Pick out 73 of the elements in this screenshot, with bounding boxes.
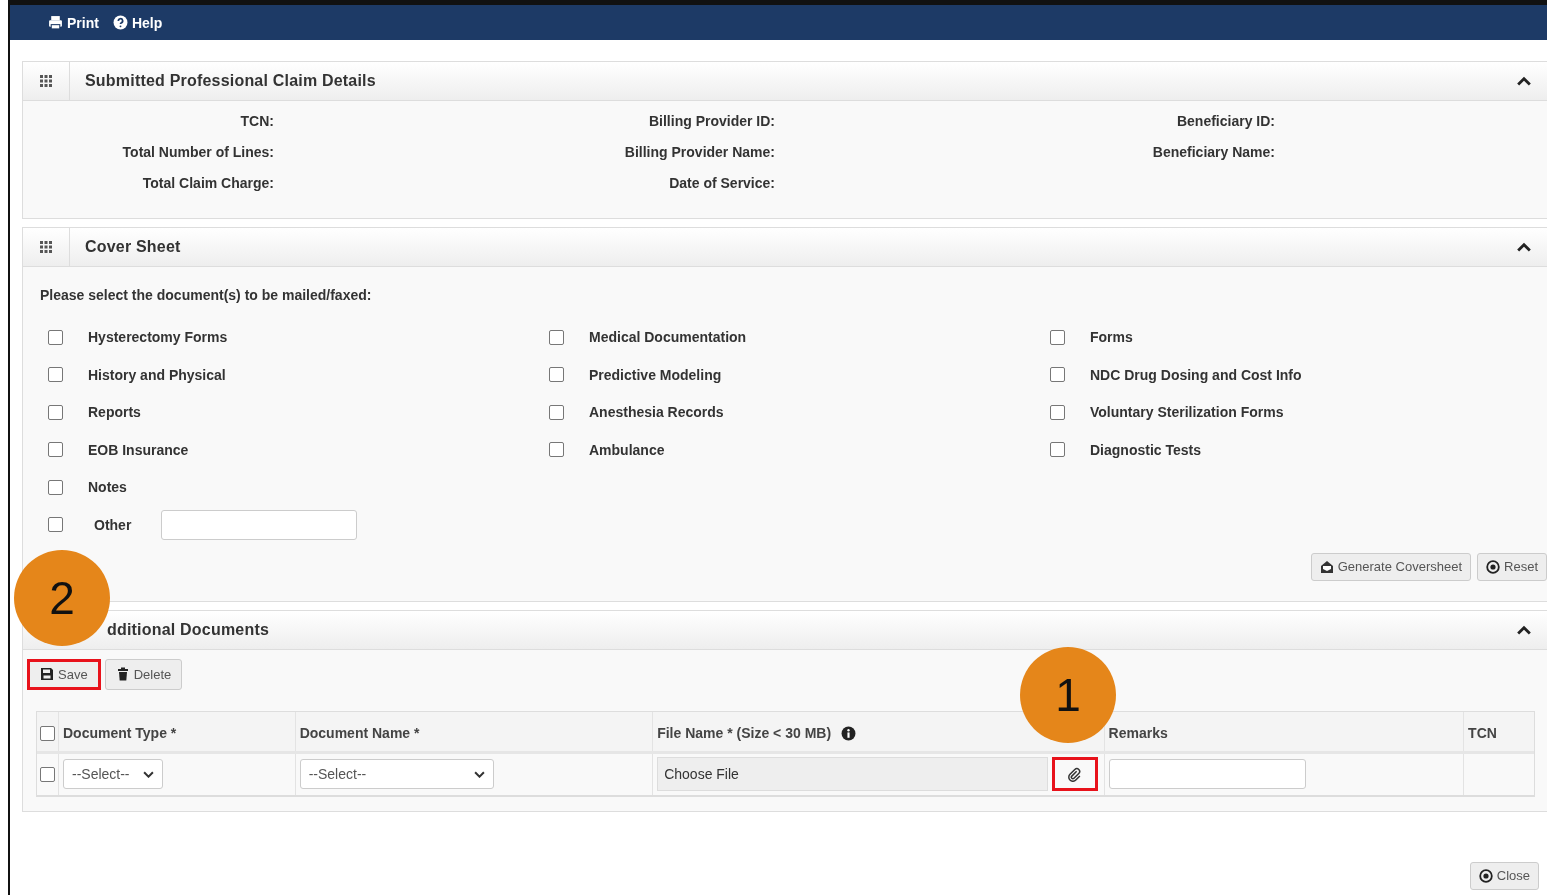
checkbox-label: EOB Insurance xyxy=(88,441,189,458)
field-label: Total Number of Lines: xyxy=(122,144,274,160)
collapse-icon[interactable] xyxy=(1517,76,1531,86)
checkbox[interactable] xyxy=(48,479,63,495)
checkbox[interactable] xyxy=(1050,442,1065,457)
reset-button[interactable]: Reset xyxy=(1477,552,1547,581)
close-button[interactable]: Close xyxy=(1469,861,1539,890)
help-icon xyxy=(112,15,128,30)
checkbox[interactable] xyxy=(48,442,63,457)
column-header: File Name * (Size < 30 MB) xyxy=(657,724,832,741)
collapse-icon[interactable] xyxy=(1517,242,1531,252)
column-header: Document Name * xyxy=(299,724,420,741)
collapse-icon[interactable] xyxy=(1517,624,1531,635)
field-label: Total Claim Charge: xyxy=(142,175,274,191)
checkbox[interactable] xyxy=(48,329,63,345)
checkbox-label: Other xyxy=(94,516,132,533)
row-checkbox[interactable] xyxy=(40,766,55,782)
info-icon[interactable] xyxy=(841,725,857,741)
checkbox-label: Anesthesia Records xyxy=(589,404,724,420)
checkbox-label: Predictive Modeling xyxy=(589,366,722,383)
field-label: Billing Provider ID: xyxy=(649,113,775,129)
column-header: Document Type * xyxy=(62,724,177,741)
paperclip-icon xyxy=(1067,766,1083,782)
generate-button[interactable]: Generate Coversheet xyxy=(1310,552,1472,581)
field-label: Billing Provider Name: xyxy=(624,144,775,160)
file-field[interactable]: Choose File xyxy=(657,757,1048,791)
field-label: TCN: xyxy=(240,113,274,129)
circle-dot-icon xyxy=(1478,868,1493,883)
save-button[interactable]: Save xyxy=(27,658,101,690)
toolbar-link[interactable]: Print xyxy=(48,14,99,31)
checkbox[interactable] xyxy=(1050,367,1065,382)
checkbox-label: Diagnostic Tests xyxy=(1090,441,1201,458)
checkbox-label: Voluntary Sterilization Forms xyxy=(1090,404,1284,420)
grid-icon xyxy=(40,241,52,253)
checkbox[interactable] xyxy=(48,367,63,382)
checkbox-label: Reports xyxy=(88,404,141,420)
checkbox[interactable] xyxy=(48,517,63,532)
checkbox-label: Notes xyxy=(88,479,127,495)
checkbox-label: History and Physical xyxy=(88,366,226,383)
checkbox-label: Forms xyxy=(1090,329,1133,345)
checkbox-label: NDC Drug Dosing and Cost Info xyxy=(1090,366,1302,383)
checkbox-label: Hysterectomy Forms xyxy=(88,329,228,345)
attach-button[interactable] xyxy=(1051,757,1098,791)
grid-icon xyxy=(40,75,52,87)
caret-icon xyxy=(473,770,485,778)
checkbox[interactable] xyxy=(48,404,63,420)
checkbox[interactable] xyxy=(549,367,564,382)
circle-dot-icon xyxy=(1486,559,1501,574)
checkbox-label: Ambulance xyxy=(589,441,665,458)
checkbox[interactable] xyxy=(1050,404,1065,420)
column-header: TCN xyxy=(1468,724,1497,741)
document-type-select[interactable]: --Select-- xyxy=(62,759,163,789)
field-label: Beneficiary Name: xyxy=(1152,144,1275,160)
delete-button[interactable]: Delete xyxy=(104,658,183,690)
checkbox[interactable] xyxy=(549,404,564,420)
checkbox-label: Medical Documentation xyxy=(589,329,747,345)
checkbox[interactable] xyxy=(549,329,564,345)
trash-icon xyxy=(115,667,130,681)
instruction-text: Please select the document(s) to be mailed/faxed: xyxy=(40,287,373,303)
panel-title: Submitted Professional Claim Details xyxy=(85,72,377,90)
field-label: Date of Service: xyxy=(669,175,775,191)
other-input-field[interactable] xyxy=(161,509,358,540)
select-all-checkbox[interactable] xyxy=(40,725,55,741)
toolbar-link[interactable]: Help xyxy=(112,14,163,31)
document-name-select[interactable]: --Select-- xyxy=(299,759,494,789)
caret-icon xyxy=(142,770,154,778)
print-icon xyxy=(48,15,63,30)
envelope-icon xyxy=(1319,559,1334,574)
remarks-field[interactable] xyxy=(1108,759,1306,789)
panel-title: Cover Sheet xyxy=(85,238,182,256)
checkbox[interactable] xyxy=(1050,329,1065,345)
field-label: Beneficiary ID: xyxy=(1176,113,1275,129)
checkbox[interactable] xyxy=(549,442,564,457)
